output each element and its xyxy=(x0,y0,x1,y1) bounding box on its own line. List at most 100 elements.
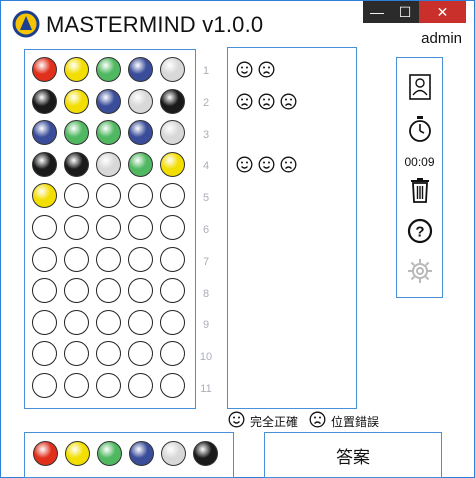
empty-peg-slot[interactable] xyxy=(128,183,153,209)
guess-board xyxy=(24,49,196,409)
empty-peg-slot[interactable] xyxy=(64,309,89,335)
empty-peg-slot[interactable] xyxy=(128,309,153,335)
palette-red-peg[interactable] xyxy=(33,441,58,466)
sad-face-icon xyxy=(280,156,297,173)
blue-peg[interactable] xyxy=(128,57,153,82)
settings-button[interactable] xyxy=(397,257,442,285)
white-peg[interactable] xyxy=(160,120,185,146)
green-peg[interactable] xyxy=(128,151,153,177)
feedback-row xyxy=(236,61,275,78)
palette-yellow-peg[interactable] xyxy=(65,441,90,466)
empty-peg-slot[interactable] xyxy=(160,278,185,304)
sad-face-icon xyxy=(236,93,253,110)
empty-peg-slot[interactable] xyxy=(128,278,153,304)
empty-peg-slot[interactable] xyxy=(96,278,121,304)
empty-peg-slot[interactable] xyxy=(128,246,153,272)
blue-peg[interactable] xyxy=(32,120,57,146)
empty-peg-slot[interactable] xyxy=(32,215,57,240)
clear-button[interactable] xyxy=(397,177,442,203)
empty-peg-slot[interactable] xyxy=(160,183,185,209)
sad-face-icon xyxy=(280,93,297,110)
yellow-peg[interactable] xyxy=(160,151,185,177)
close-button[interactable]: ✕ xyxy=(419,1,466,23)
sad-face-icon xyxy=(309,411,326,431)
empty-peg-slot[interactable] xyxy=(32,373,57,398)
empty-peg-slot[interactable] xyxy=(64,246,89,272)
answer-button[interactable]: 答案 xyxy=(264,432,442,478)
svg-text:?: ? xyxy=(415,224,424,241)
guess-row xyxy=(25,309,195,342)
row-number: 2 xyxy=(202,96,210,109)
empty-peg-slot[interactable] xyxy=(96,183,121,209)
sad-face-icon xyxy=(258,93,275,110)
guess-row xyxy=(25,183,195,215)
white-peg[interactable] xyxy=(128,88,153,114)
palette-black-peg[interactable] xyxy=(193,441,218,466)
blue-peg[interactable] xyxy=(96,88,121,114)
yellow-peg[interactable] xyxy=(64,57,89,82)
app-logo-icon xyxy=(12,10,40,38)
empty-peg-slot[interactable] xyxy=(32,278,57,304)
profile-button[interactable] xyxy=(397,74,442,100)
minimize-button[interactable]: — xyxy=(363,1,391,23)
feedback-row xyxy=(236,156,297,173)
empty-peg-slot[interactable] xyxy=(160,246,185,272)
stopwatch-button[interactable] xyxy=(397,115,442,143)
row-number: 5 xyxy=(202,192,210,205)
empty-peg-slot[interactable] xyxy=(96,373,121,398)
profile-icon xyxy=(408,74,431,100)
green-peg[interactable] xyxy=(96,57,121,82)
stopwatch-icon xyxy=(408,116,431,142)
palette-white-peg[interactable] xyxy=(161,441,186,466)
empty-peg-slot[interactable] xyxy=(96,341,121,367)
empty-peg-slot[interactable] xyxy=(64,341,89,367)
feedback-legend: 完全正確 位置錯誤 xyxy=(228,411,379,431)
green-peg[interactable] xyxy=(96,120,121,146)
yellow-peg[interactable] xyxy=(64,88,89,114)
empty-peg-slot[interactable] xyxy=(96,215,121,240)
black-peg[interactable] xyxy=(160,88,185,114)
row-number: 8 xyxy=(202,287,210,300)
maximize-button[interactable]: ☐ xyxy=(391,1,419,23)
empty-peg-slot[interactable] xyxy=(64,373,89,398)
guess-row xyxy=(25,57,195,89)
empty-peg-slot[interactable] xyxy=(32,246,57,272)
empty-peg-slot[interactable] xyxy=(160,373,185,398)
empty-peg-slot[interactable] xyxy=(160,341,185,367)
green-peg[interactable] xyxy=(64,120,89,146)
white-peg[interactable] xyxy=(96,151,121,177)
guess-row xyxy=(25,341,195,373)
empty-peg-slot[interactable] xyxy=(64,278,89,304)
empty-peg-slot[interactable] xyxy=(128,373,153,398)
palette-blue-peg[interactable] xyxy=(129,441,154,466)
empty-peg-slot[interactable] xyxy=(128,215,153,240)
empty-peg-slot[interactable] xyxy=(96,309,121,335)
white-peg[interactable] xyxy=(160,57,185,82)
feedback-panel xyxy=(227,47,357,409)
black-peg[interactable] xyxy=(64,151,89,177)
sad-face-icon xyxy=(258,61,275,78)
yellow-peg[interactable] xyxy=(32,183,57,209)
empty-peg-slot[interactable] xyxy=(64,215,89,240)
red-peg[interactable] xyxy=(32,57,57,82)
guess-row xyxy=(25,88,195,121)
happy-face-icon xyxy=(228,411,245,428)
black-peg[interactable] xyxy=(32,88,57,114)
black-peg[interactable] xyxy=(32,151,57,177)
row-number: 1 xyxy=(202,65,210,77)
empty-peg-slot[interactable] xyxy=(32,309,57,335)
happy-face-icon xyxy=(228,411,245,431)
empty-peg-slot[interactable] xyxy=(128,341,153,367)
empty-peg-slot[interactable] xyxy=(160,309,185,335)
happy-face-icon xyxy=(258,156,275,173)
empty-peg-slot[interactable] xyxy=(32,341,57,367)
help-button[interactable]: ? xyxy=(397,218,442,244)
blue-peg[interactable] xyxy=(128,120,153,146)
empty-peg-slot[interactable] xyxy=(64,183,89,209)
help-icon: ? xyxy=(407,218,432,244)
empty-peg-slot[interactable] xyxy=(160,215,185,240)
position-label: 位置錯誤 xyxy=(331,414,380,429)
username: admin xyxy=(421,30,462,47)
palette-green-peg[interactable] xyxy=(97,441,122,466)
empty-peg-slot[interactable] xyxy=(96,246,121,272)
